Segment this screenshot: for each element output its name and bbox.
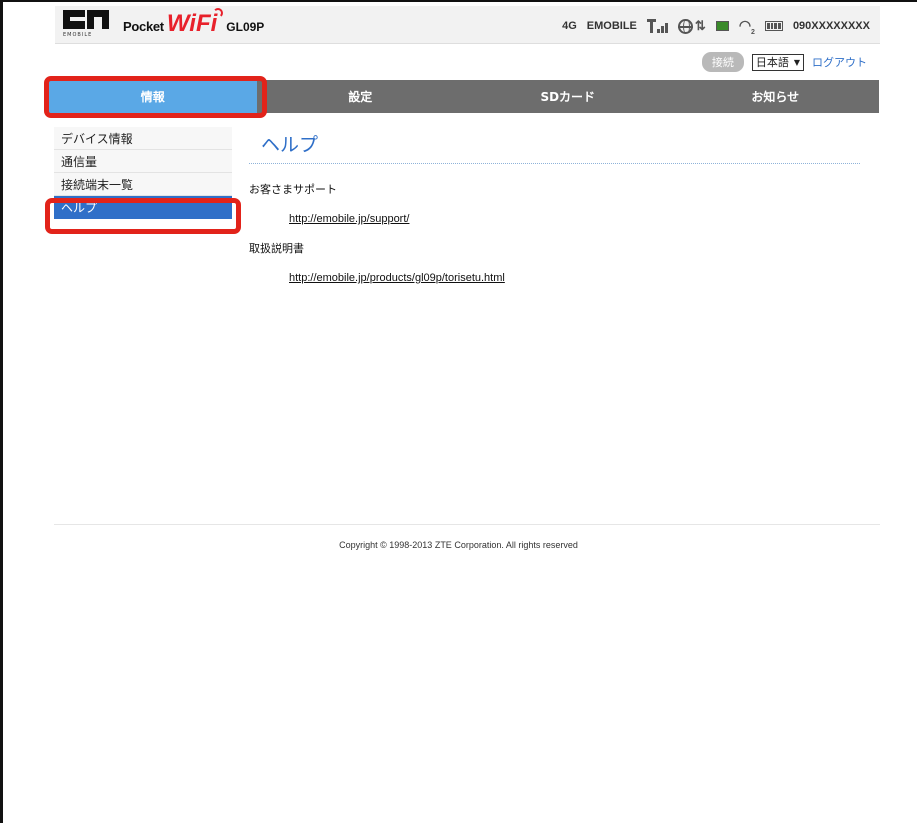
sidebar-item-data-usage[interactable]: 通信量 (54, 150, 232, 173)
chevron-down-icon: ▼ (793, 57, 800, 67)
pocket-wifi-logo: Pocket WiFi GL09P (123, 8, 265, 36)
brand-pocket: Pocket (123, 19, 164, 34)
highlight-callout-info-tab (44, 76, 267, 118)
wifi-client-count: 2 (751, 28, 755, 36)
manual-label: 取扱説明書 (249, 242, 304, 255)
model-name: GL09P (226, 20, 265, 34)
page-title: ヘルプ (249, 130, 860, 164)
connect-button[interactable]: 接続 (701, 52, 744, 72)
sidebar-item-device-info[interactable]: デバイス情報 (54, 127, 232, 150)
internet-globe-icon (677, 18, 693, 34)
wifi-icon: ◠2 (738, 17, 755, 36)
emobile-logo: EMOBILE (63, 10, 109, 40)
support-label: お客さまサポート (249, 183, 337, 196)
battery-icon (764, 21, 783, 32)
signal-strength-icon (646, 19, 668, 34)
emobile-logo-text: EMOBILE (63, 32, 93, 38)
copyright-text: Copyright © 1998-2013 ZTE Corporation. A… (339, 540, 578, 550)
status-bar: 4G EMOBILE ⇅ ◠2 090XXXXXXXX (552, 17, 870, 36)
tab-settings[interactable]: 設定 (257, 80, 465, 113)
brand-wifi: WiFi (167, 8, 224, 36)
logout-link[interactable]: ログアウト (812, 54, 867, 70)
footer-divider (54, 524, 880, 525)
network-type: 4G (562, 20, 577, 33)
language-select[interactable]: 日本語 ▼ (751, 53, 804, 71)
tab-sd-card[interactable]: SDカード (464, 80, 672, 113)
carrier-name: EMOBILE (586, 20, 637, 33)
sim-card-icon (715, 21, 729, 32)
sidebar-item-connected-devices[interactable]: 接続端末一覧 (54, 173, 232, 196)
manual-link[interactable]: http://emobile.jp/products/gl09p/toriset… (289, 272, 860, 284)
utility-bar: 接続 日本語 ▼ ログアウト (701, 52, 867, 72)
window-frame-left (0, 0, 3, 823)
window-frame-top (0, 0, 917, 2)
main-content: ヘルプ お客さまサポート http://emobile.jp/support/ … (249, 130, 860, 284)
data-transfer-icon: ⇅ (694, 18, 706, 34)
header-bar: EMOBILE Pocket WiFi GL09P 4G EMOBILE ⇅ ◠… (55, 6, 880, 44)
language-select-value: 日本語 (755, 56, 789, 69)
support-link[interactable]: http://emobile.jp/support/ (289, 213, 860, 225)
phone-number: 090XXXXXXXX (792, 20, 870, 33)
highlight-callout-help-item (45, 198, 241, 234)
tab-notices[interactable]: お知らせ (672, 80, 880, 113)
